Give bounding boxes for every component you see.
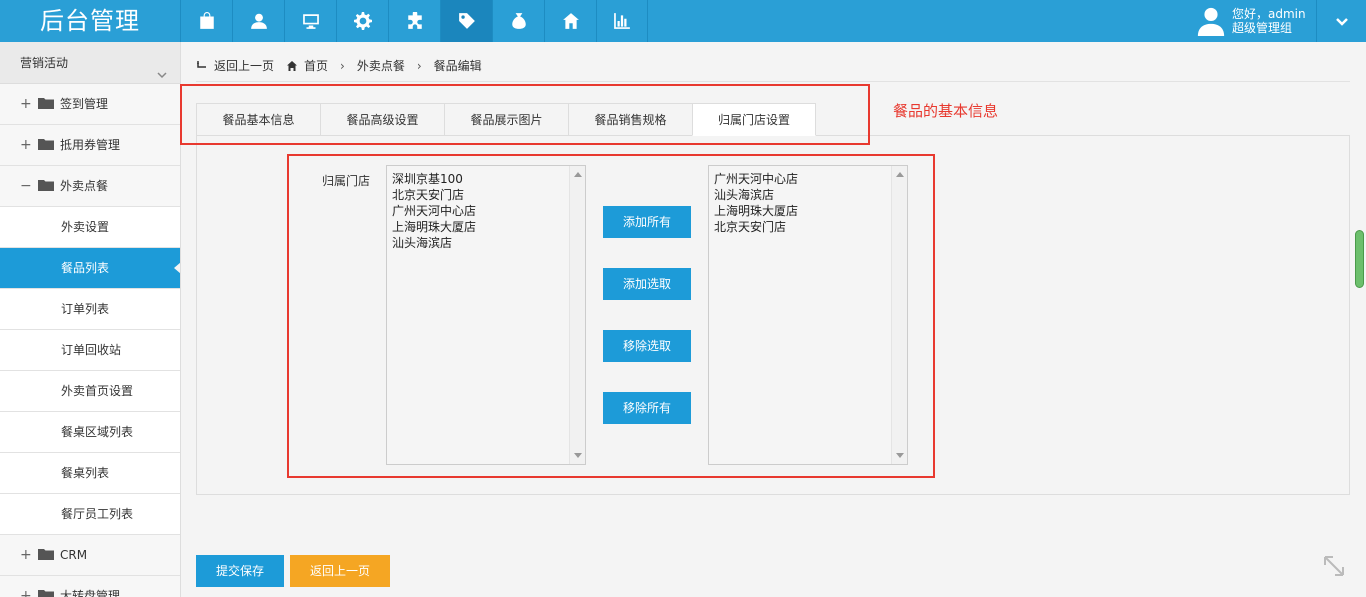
home-icon [287,60,298,71]
breadcrumb-separator: › [416,58,422,73]
bag-icon[interactable] [180,0,232,42]
sidebar-item[interactable]: 餐桌列表 [0,453,180,494]
fullscreen-icon[interactable] [1322,554,1346,578]
sidebar-item[interactable]: 餐桌区域列表 [0,412,180,453]
folder-icon [38,536,54,560]
breadcrumb-level1[interactable]: 外卖点餐 [357,57,405,74]
sidebar-item-label: 外卖设置 [61,220,110,234]
gear-icon[interactable] [336,0,388,42]
breadcrumb: 返回上一页 首页 › 外卖点餐 › 餐品编辑 [196,50,1350,82]
app-logo: 后台管理 [40,7,140,35]
collapse-icon: − [20,178,32,194]
chevron-down-icon [156,56,168,79]
annotation-box-tabs [180,84,870,145]
breadcrumb-current: 餐品编辑 [433,59,482,73]
breadcrumb-home[interactable]: 首页 [286,57,328,74]
submit-save-button[interactable]: 提交保存 [196,555,284,587]
expand-icon: + [20,96,32,112]
sidebar-item-label: CRM [60,548,88,562]
sidebar-item[interactable]: 餐厅员工列表 [0,494,180,535]
header-dropdown-button[interactable] [1316,0,1366,42]
annotation-box-stores [287,154,935,478]
sidebar-item[interactable]: 餐品列表 [0,248,180,289]
page-scrollbar[interactable] [1355,230,1364,288]
back-button[interactable]: 返回上一页 [290,555,390,587]
puzzle-icon[interactable] [388,0,440,42]
sidebar-item[interactable]: + CRM [0,535,180,576]
user-role: 超级管理组 [1232,21,1293,35]
expand-icon: + [20,588,32,597]
sidebar-item-label: 外卖点餐 [60,179,109,193]
user-icon[interactable] [232,0,284,42]
sidebar-item[interactable]: 外卖设置 [0,207,180,248]
avatar [1197,7,1225,36]
sidebar: 营销活动 + 签到管理 + 抵用券管理 − 外卖点餐 外卖设置 餐品列表 订单列表 订单回收站 外卖… [0,42,181,597]
sidebar-item[interactable]: − 外卖点餐 [0,166,180,207]
tag-icon[interactable] [440,0,492,42]
home-icon[interactable] [544,0,596,42]
return-icon [197,60,206,68]
sidebar-item-label: 餐桌列表 [61,466,110,480]
chevron-down-icon [1335,18,1348,26]
sidebar-item-label: 大转盘管理 [60,589,121,597]
sidebar-item[interactable]: 外卖首页设置 [0,371,180,412]
sidebar-item[interactable]: + 大转盘管理 [0,576,180,597]
sidebar-menu: + 签到管理 + 抵用券管理 − 外卖点餐外卖设置餐品列表订单列表订单回收站外卖首页设置餐… [0,84,180,597]
sidebar-item-label: 订单列表 [61,302,110,316]
money-bag-icon[interactable] [492,0,544,42]
bar-chart-icon[interactable] [596,0,648,42]
folder-icon [38,577,54,597]
folder-icon [38,167,54,191]
user-greeting: 您好，admin [1232,7,1306,21]
breadcrumb-separator: › [340,58,345,73]
back-link[interactable]: 返回上一页 [196,57,274,74]
folder-icon [38,85,54,109]
top-nav [180,0,648,42]
sidebar-item-label: 抵用券管理 [60,138,121,152]
sidebar-item-label: 餐桌区域列表 [61,425,134,439]
sidebar-item[interactable]: + 抵用券管理 [0,125,180,166]
sidebar-item-label: 外卖首页设置 [61,384,134,398]
sidebar-item[interactable]: 订单回收站 [0,330,180,371]
monitor-icon[interactable] [284,0,336,42]
expand-icon: + [20,137,32,153]
sidebar-section-title: 营销活动 [20,56,69,70]
sidebar-item-label: 餐厅员工列表 [61,507,134,521]
annotation-label: 餐品的基本信息 [893,102,999,120]
user-info[interactable]: 您好，admin 超级管理组 [1196,0,1316,42]
sidebar-item-label: 签到管理 [60,97,109,111]
expand-icon: + [20,547,32,563]
sidebar-item-label: 订单回收站 [61,343,122,357]
sidebar-item-label: 餐品列表 [61,261,110,275]
sidebar-section-header[interactable]: 营销活动 [0,42,180,84]
folder-icon [38,126,54,150]
sidebar-item[interactable]: 订单列表 [0,289,180,330]
top-header: 后台管理 您好，admin 超级管理组 [0,0,1366,42]
sidebar-item[interactable]: + 签到管理 [0,84,180,125]
